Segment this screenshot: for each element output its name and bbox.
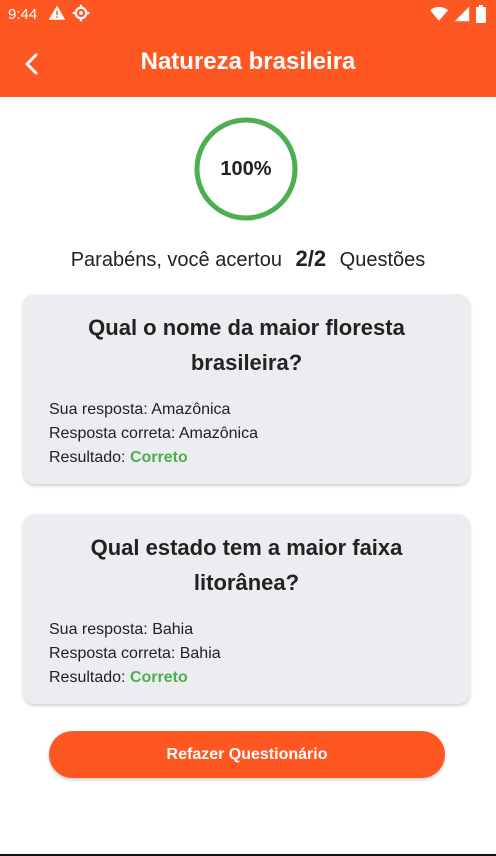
correct-answer-label: Resposta correta:	[49, 425, 176, 442]
status-bar: 9:44	[0, 0, 496, 30]
result-label: Resultado:	[49, 449, 126, 466]
correct-answer-label: Resposta correta:	[49, 645, 176, 662]
your-answer-line: Sua resposta: Amazônica	[49, 398, 444, 422]
score-progress-ring: 100%	[194, 117, 298, 221]
result-line: Resultado: Correto	[49, 666, 444, 690]
summary-suffix: Questões	[339, 249, 426, 271]
correct-answer-value: Bahia	[179, 645, 221, 662]
result-label: Resultado:	[49, 669, 126, 686]
warning-icon	[48, 5, 66, 20]
your-answer-value: Bahia	[152, 621, 194, 638]
question-card: Qual estado tem a maior faixa litorânea?…	[23, 514, 470, 704]
question-card: Qual o nome da maior floresta brasileira…	[23, 294, 470, 484]
result-line: Resultado: Correto	[49, 446, 444, 470]
score-summary: Parabéns, você acertou 2/2 Questões	[0, 246, 496, 272]
status-time: 9:44	[8, 6, 38, 23]
correct-answer-value: Amazônica	[178, 425, 258, 442]
summary-prefix: Parabéns, você acertou	[70, 249, 282, 271]
your-answer-line: Sua resposta: Bahia	[49, 618, 444, 642]
question-text: Qual estado tem a maior faixa litorânea?	[90, 535, 403, 595]
summary-score: 2/2	[295, 246, 327, 271]
wifi-icon	[430, 6, 448, 21]
status-icons-right	[430, 5, 486, 23]
your-answer-value: Amazônica	[151, 401, 231, 418]
correct-answer-line: Resposta correta: Amazônica	[49, 422, 444, 446]
page-title: Natureza brasileira	[140, 48, 356, 75]
correct-answer-line: Resposta correta: Bahia	[49, 642, 444, 666]
signal-icon	[454, 6, 470, 22]
your-answer-label: Sua resposta:	[49, 401, 148, 418]
question-text: Qual o nome da maior floresta brasileira…	[88, 315, 405, 375]
your-answer-label: Sua resposta:	[49, 621, 148, 638]
result-value: Correto	[129, 449, 188, 466]
app-bar: Natureza brasileira	[0, 30, 496, 97]
result-value: Correto	[129, 669, 188, 686]
status-icons-left	[48, 4, 90, 22]
battery-icon	[476, 5, 486, 23]
settings-icon	[72, 4, 90, 22]
progress-percent-label: 100%	[220, 157, 272, 180]
redo-quiz-button[interactable]: Refazer Questionário	[49, 731, 445, 778]
